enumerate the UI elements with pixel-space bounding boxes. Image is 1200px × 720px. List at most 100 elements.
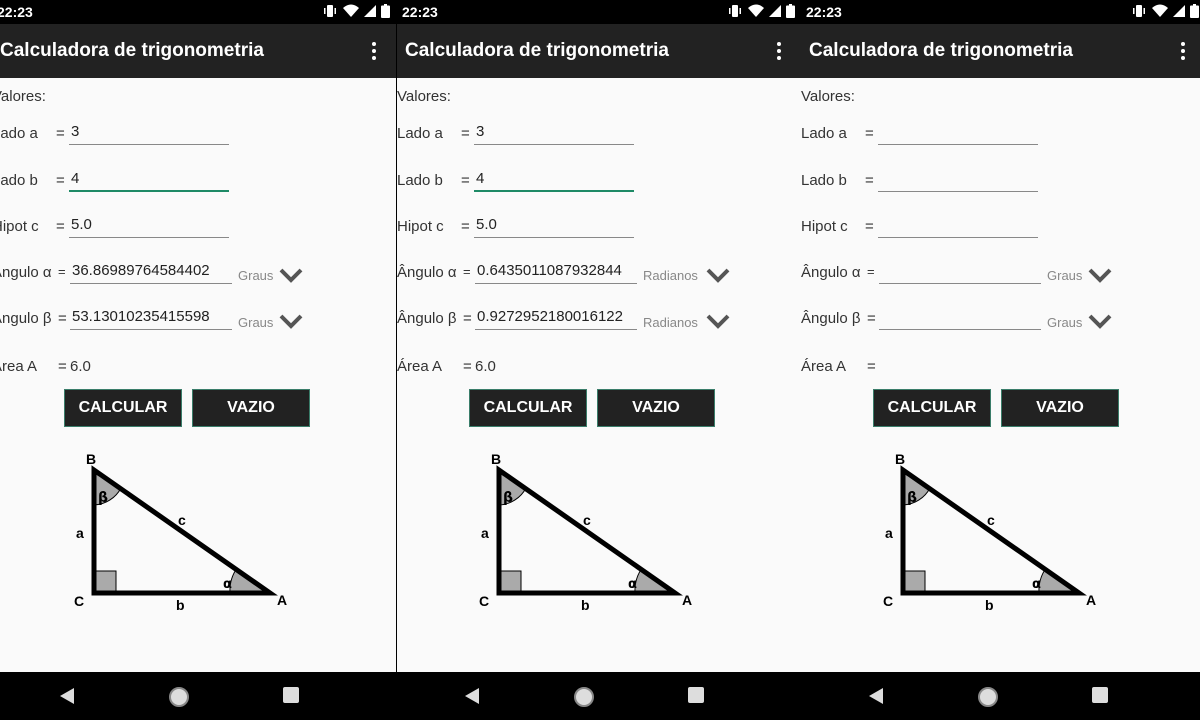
equals-sign: = bbox=[461, 172, 470, 189]
phone-screen-3: 22:23 Calculadora de trigonometria Valor… bbox=[801, 0, 1200, 720]
vertex-b-label: B bbox=[895, 451, 905, 467]
recents-icon[interactable] bbox=[687, 686, 705, 704]
side-a-label: a bbox=[481, 525, 489, 541]
home-icon[interactable] bbox=[168, 686, 190, 708]
vertex-c-label: C bbox=[883, 593, 893, 609]
clear-button[interactable]: VAZIO bbox=[1001, 389, 1119, 427]
chevron-down-icon[interactable] bbox=[279, 267, 303, 283]
beta-unit-select[interactable]: Graus bbox=[1047, 315, 1082, 330]
more-vert-icon[interactable] bbox=[1179, 41, 1187, 61]
vertex-b-label: B bbox=[491, 451, 501, 467]
equals-sign: = bbox=[56, 218, 65, 235]
side-a-input[interactable] bbox=[878, 123, 1038, 145]
home-icon[interactable] bbox=[573, 686, 595, 708]
triangle-outline bbox=[900, 465, 1087, 596]
recents-icon[interactable] bbox=[282, 686, 300, 704]
clear-button[interactable]: VAZIO bbox=[597, 389, 715, 427]
angle-beta-input[interactable]: 53.13010235415598 bbox=[70, 308, 232, 330]
equals-sign: = bbox=[867, 264, 875, 279]
side-a-input[interactable]: 3 bbox=[474, 123, 634, 145]
beta-unit-select[interactable]: Radianos bbox=[643, 315, 698, 330]
equals-sign: = bbox=[865, 125, 874, 142]
equals-sign: = bbox=[867, 358, 876, 375]
angle-beta-input[interactable]: 0.9272952180016122 bbox=[475, 308, 637, 330]
equals-sign: = bbox=[461, 218, 470, 235]
battery-icon bbox=[381, 4, 390, 18]
right-angle-marker bbox=[93, 570, 117, 594]
side-b-input[interactable]: 4 bbox=[474, 170, 634, 192]
angle-alpha-input[interactable]: 36.86989764584402 bbox=[70, 262, 232, 284]
alpha-unit-select[interactable]: Graus bbox=[1047, 268, 1082, 283]
hyp-c-input[interactable]: 5.0 bbox=[69, 216, 229, 238]
app-bar: Calculadora de trigonometria bbox=[0, 24, 396, 78]
beta-label: β bbox=[98, 490, 108, 506]
alpha-label: α bbox=[223, 577, 232, 592]
side-a-label: Lado a bbox=[397, 125, 443, 142]
area-value: 6.0 bbox=[475, 358, 496, 375]
status-bar: 22:23 bbox=[801, 0, 1200, 24]
status-time: 22:23 bbox=[806, 4, 842, 20]
side-a-input[interactable]: 3 bbox=[69, 123, 229, 145]
triangle-outline bbox=[91, 465, 278, 596]
status-time: 22:23 bbox=[0, 4, 33, 20]
calculate-button[interactable]: CALCULAR bbox=[469, 389, 587, 427]
nav-bar bbox=[0, 672, 396, 720]
side-c-label: c bbox=[987, 512, 995, 528]
more-vert-icon[interactable] bbox=[775, 41, 783, 61]
side-a-label: a bbox=[885, 525, 893, 541]
back-icon[interactable] bbox=[463, 686, 481, 706]
chevron-down-icon[interactable] bbox=[1088, 313, 1112, 329]
hyp-c-label: Hipot c bbox=[397, 218, 444, 235]
hyp-c-input[interactable]: 5.0 bbox=[474, 216, 634, 238]
nav-bar bbox=[397, 672, 801, 720]
more-vert-icon[interactable] bbox=[370, 41, 378, 61]
status-bar: 22:23 bbox=[397, 0, 801, 24]
side-a-label: a bbox=[76, 525, 84, 541]
vibrate-icon bbox=[1133, 5, 1145, 17]
right-angle-marker bbox=[902, 570, 926, 594]
angle-beta-label: Ângulo β bbox=[397, 310, 457, 327]
status-icons bbox=[1131, 4, 1199, 18]
alpha-unit-select[interactable]: Radianos bbox=[643, 268, 698, 283]
calculate-button[interactable]: CALCULAR bbox=[64, 389, 182, 427]
angle-alpha-label: Ângulo α bbox=[397, 264, 457, 281]
hyp-c-input[interactable] bbox=[878, 216, 1038, 238]
vertex-b-label: B bbox=[86, 451, 96, 467]
area-value: 6.0 bbox=[70, 358, 91, 375]
battery-icon bbox=[786, 4, 795, 18]
values-heading: Valores: bbox=[397, 88, 451, 105]
back-icon[interactable] bbox=[58, 686, 76, 706]
side-c-label: c bbox=[178, 512, 186, 528]
angle-beta-label: Ângulo β bbox=[0, 310, 52, 327]
phone-screen-2: 22:23 Calculadora de trigonometria Valor… bbox=[397, 0, 801, 720]
recents-icon[interactable] bbox=[1091, 686, 1109, 704]
angle-beta-input[interactable] bbox=[879, 308, 1041, 330]
clear-button[interactable]: VAZIO bbox=[192, 389, 310, 427]
chevron-down-icon[interactable] bbox=[1088, 267, 1112, 283]
vertex-c-label: C bbox=[74, 593, 84, 609]
wifi-icon bbox=[748, 4, 764, 17]
phone-screen-1: 22:23 Calculadora de trigonometria Valor… bbox=[0, 0, 396, 720]
triangle-diagram: B C A a b c β α bbox=[479, 451, 692, 613]
chevron-down-icon[interactable] bbox=[279, 313, 303, 329]
status-icons bbox=[322, 4, 390, 18]
back-icon[interactable] bbox=[867, 686, 885, 706]
vertex-a-label: A bbox=[682, 592, 692, 608]
side-b-input[interactable]: 4 bbox=[69, 170, 229, 192]
angle-alpha-input[interactable]: 0.6435011087932844 bbox=[475, 262, 637, 284]
calculate-button[interactable]: CALCULAR bbox=[873, 389, 991, 427]
chevron-down-icon[interactable] bbox=[706, 267, 730, 283]
equals-sign: = bbox=[58, 358, 67, 375]
side-b-input[interactable] bbox=[878, 170, 1038, 192]
chevron-down-icon[interactable] bbox=[706, 313, 730, 329]
home-icon[interactable] bbox=[977, 686, 999, 708]
wifi-icon bbox=[343, 4, 359, 17]
beta-label: β bbox=[907, 490, 917, 506]
angle-alpha-input[interactable] bbox=[879, 262, 1041, 284]
beta-unit-select[interactable]: Graus bbox=[238, 315, 273, 330]
alpha-unit-select[interactable]: Graus bbox=[238, 268, 273, 283]
hyp-c-label: Hipot c bbox=[0, 218, 39, 235]
angle-alpha-label: Ângulo α bbox=[0, 264, 52, 281]
values-heading: Valores: bbox=[801, 88, 855, 105]
status-bar: 22:23 bbox=[0, 0, 396, 24]
